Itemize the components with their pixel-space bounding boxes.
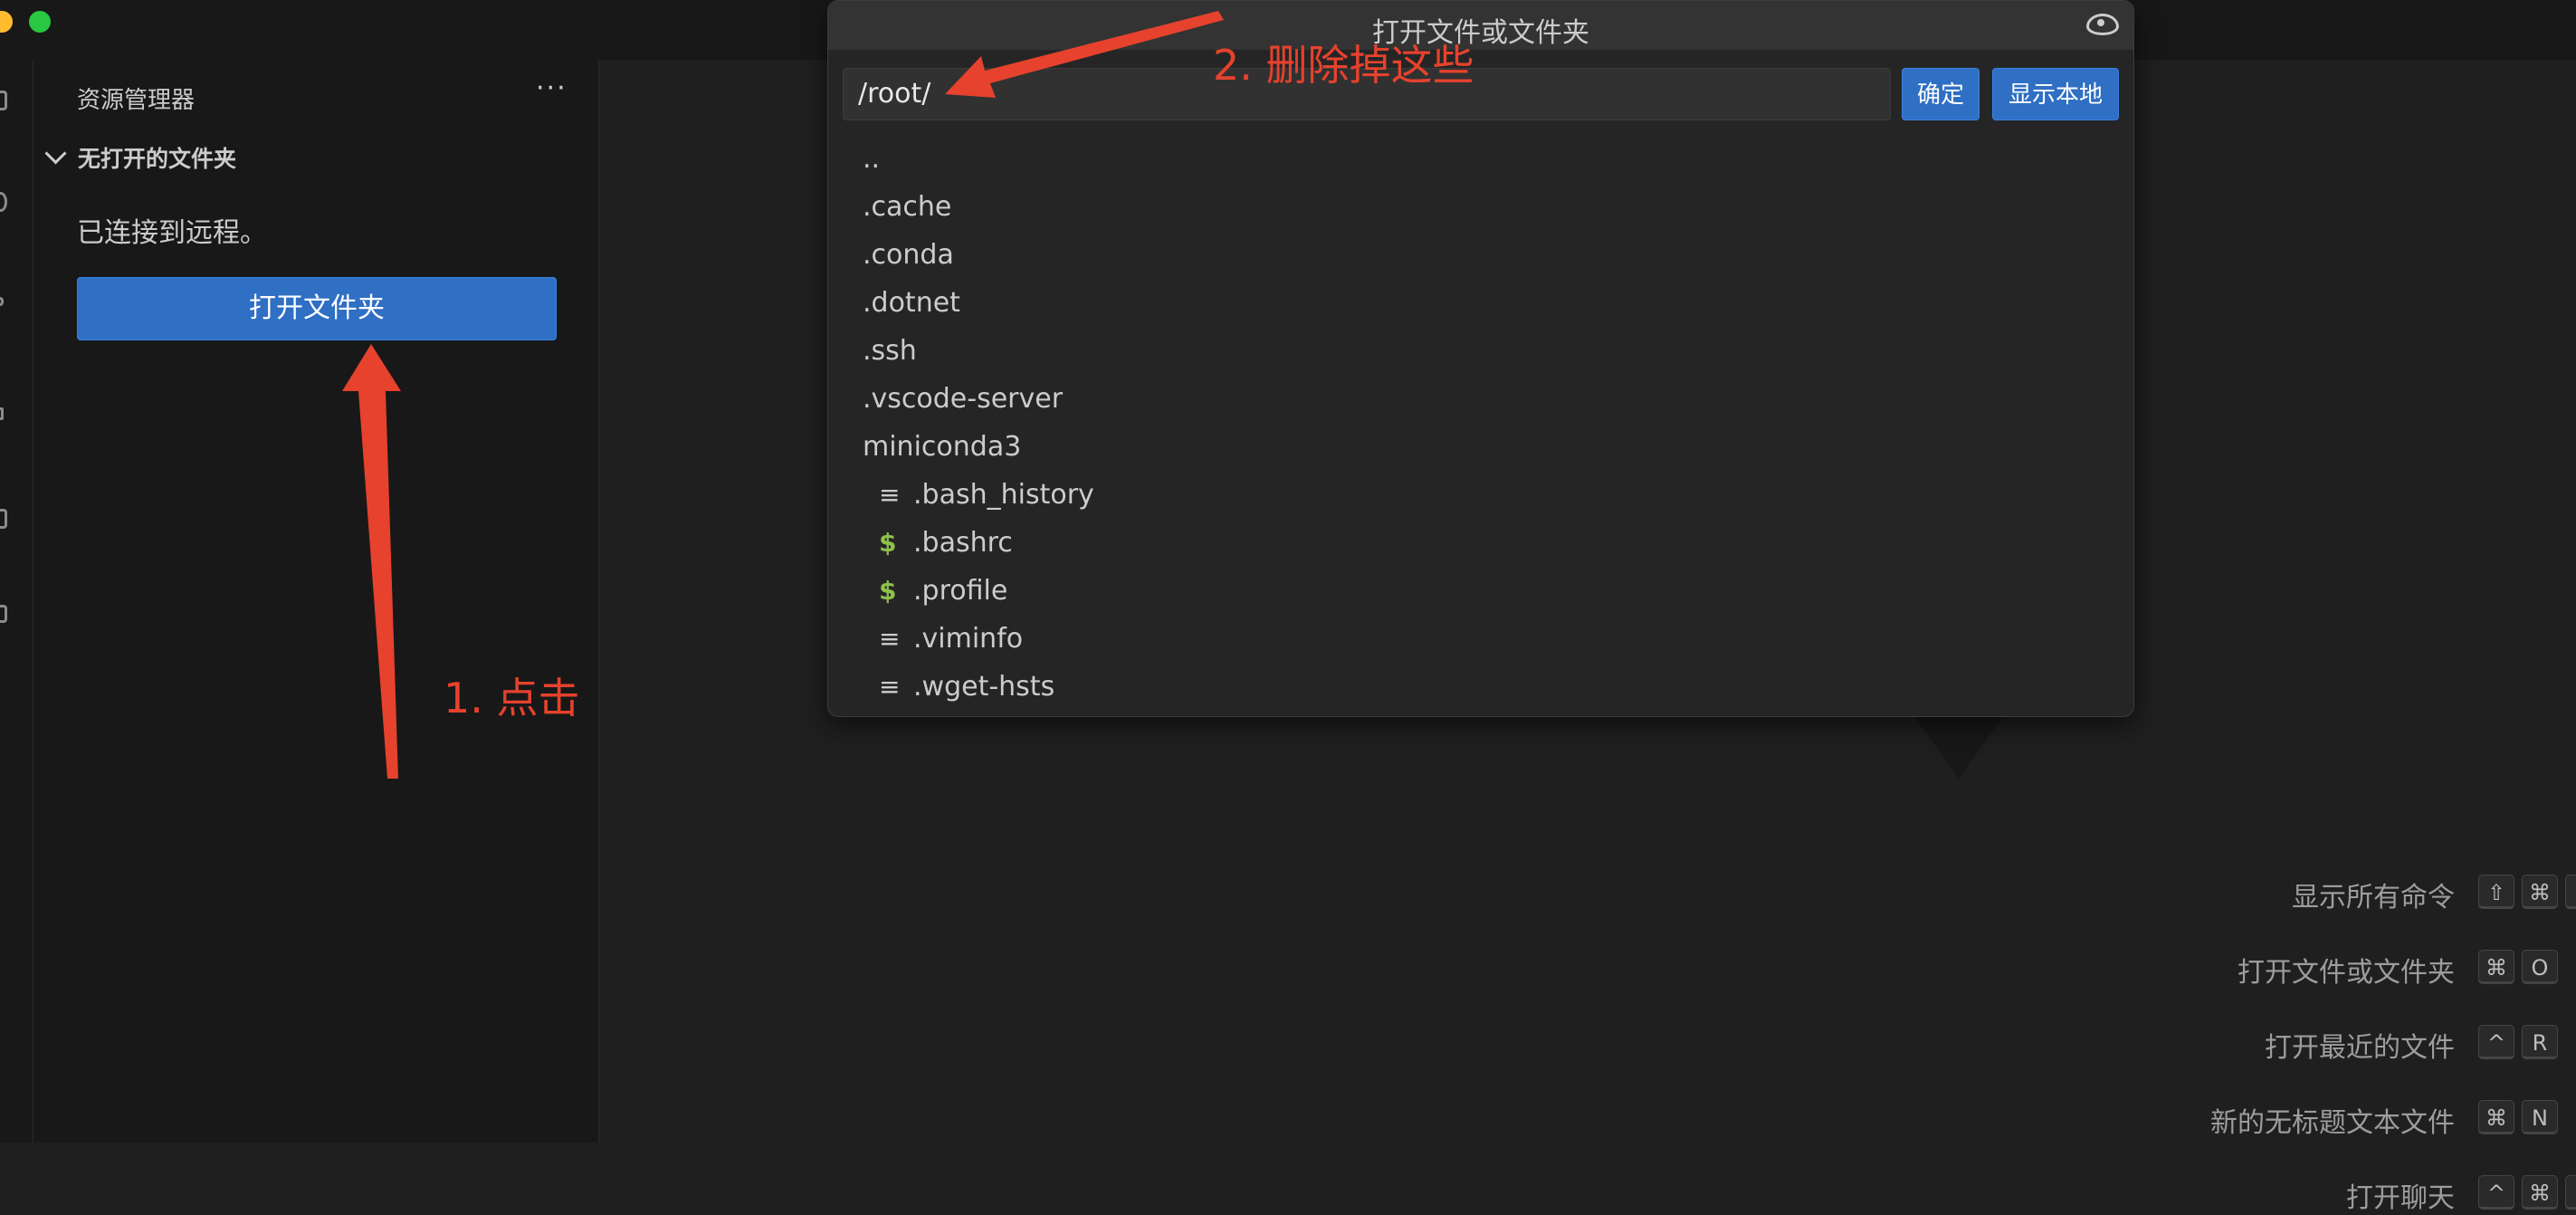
file-name: .viminfo	[913, 623, 1024, 655]
shortcut-label: 打开文件或文件夹	[2237, 957, 2455, 989]
shortcut-label: 打开聊天	[2346, 1182, 2455, 1214]
shortcut-row: 打开文件或文件夹 ⌘ O	[1957, 950, 2576, 989]
key-cap: O	[2522, 950, 2558, 984]
eye-icon[interactable]	[2086, 14, 2119, 35]
lines-file-icon: ≡	[879, 480, 901, 510]
minimize-window-button[interactable]	[0, 11, 13, 33]
folder-item[interactable]: .conda	[828, 231, 2133, 279]
connected-remote-text: 已连接到远程。	[77, 217, 267, 249]
key-cap: ⌘	[2522, 1175, 2558, 1210]
key-cap: ⌘	[2478, 1100, 2514, 1134]
file-item[interactable]: ≡ .viminfo	[828, 615, 2133, 663]
sidebar-title: 资源管理器	[77, 87, 196, 114]
key-cap: ⌘	[2478, 950, 2514, 984]
shortcut-row: 显示所有命令 ⇧⌘P	[1957, 875, 2576, 914]
key-cap: ^	[2478, 1025, 2514, 1059]
key-cap: ⌘	[2522, 875, 2558, 909]
shortcut-keys: ^⌘I	[2478, 1175, 2576, 1210]
open-file-folder-dialog: 打开文件或文件夹 /root/ 确定 显示本地 .. .cache .conda .d…	[827, 0, 2134, 717]
dollar-file-icon: $	[879, 576, 897, 606]
annotation-step-1: 1. 点击	[444, 674, 580, 722]
shortcut-keys: ^ R	[2478, 1025, 2565, 1059]
remote-explorer-icon[interactable]	[0, 509, 7, 529]
dialog-title: 打开文件或文件夹	[1372, 17, 1589, 49]
key-cap: P	[2565, 875, 2576, 909]
file-item[interactable]: ≡ .wget-hsts	[828, 663, 2133, 711]
zoom-window-button[interactable]	[29, 11, 51, 33]
shortcut-label: 新的无标题文本文件	[2210, 1107, 2455, 1139]
folder-item[interactable]: .dotnet	[828, 279, 2133, 327]
section-label: 无打开的文件夹	[78, 146, 237, 172]
more-actions-icon[interactable]: ···	[536, 72, 568, 104]
shortcut-row: 打开最近的文件 ^ R	[1957, 1025, 2576, 1064]
shortcut-row: 新的无标题文本文件 ⌘ N	[1957, 1100, 2576, 1139]
folder-item[interactable]: .ssh	[828, 327, 2133, 375]
shortcut-label: 显示所有命令	[2292, 882, 2455, 914]
file-list: .. .cache .conda .dotnet .ssh .vscode-server m…	[828, 135, 2133, 711]
shortcut-row: 打开聊天 ^⌘I	[1957, 1175, 2576, 1214]
lines-file-icon: ≡	[879, 672, 901, 702]
folder-item[interactable]: .vscode-server	[828, 375, 2133, 423]
extensions-icon[interactable]	[0, 605, 7, 623]
dollar-file-icon: $	[879, 528, 897, 558]
lines-file-icon: ≡	[879, 624, 901, 654]
shortcut-keys: ⌘ O	[2478, 950, 2565, 984]
folder-item[interactable]: .cache	[828, 183, 2133, 231]
ok-button[interactable]: 确定	[1902, 68, 1980, 120]
open-folder-button[interactable]: 打开文件夹	[77, 277, 557, 340]
explorer-sidebar: 资源管理器 ··· 无打开的文件夹 已连接到远程。 打开文件夹	[33, 60, 599, 1143]
shortcut-keys: ⌘ N	[2478, 1100, 2565, 1134]
key-cap: I	[2565, 1175, 2576, 1210]
search-icon[interactable]	[0, 192, 7, 212]
source-control-icon[interactable]	[0, 297, 4, 306]
key-cap: ⇧	[2478, 875, 2514, 909]
file-name: .profile	[913, 575, 1008, 607]
no-folder-section-header[interactable]: 无打开的文件夹	[43, 141, 236, 174]
file-name: .bash_history	[913, 479, 1094, 511]
shortcut-label: 打开最近的文件	[2265, 1032, 2455, 1064]
key-cap: R	[2522, 1025, 2558, 1059]
folder-item[interactable]: miniconda3	[828, 423, 2133, 471]
shortcut-keys: ⇧⌘P	[2478, 875, 2576, 909]
explorer-icon[interactable]	[0, 91, 7, 110]
dialog-header: 打开文件或文件夹	[828, 1, 2133, 50]
file-item[interactable]: ≡ .bash_history	[828, 471, 2133, 519]
show-local-button[interactable]: 显示本地	[1992, 68, 2119, 120]
run-debug-icon[interactable]	[0, 407, 4, 420]
popup-pointer	[1913, 715, 2004, 779]
file-item[interactable]: $ .profile	[828, 567, 2133, 615]
file-name: .bashrc	[913, 527, 1013, 559]
annotation-step-2: 2. 删除掉这些	[1213, 41, 1474, 90]
folder-item[interactable]: ..	[828, 135, 2133, 183]
chevron-down-icon	[44, 142, 67, 165]
activity-bar	[0, 60, 33, 1143]
key-cap: N	[2522, 1100, 2558, 1134]
key-cap: ^	[2478, 1175, 2514, 1210]
file-name: .wget-hsts	[913, 671, 1055, 703]
file-item[interactable]: $ .bashrc	[828, 519, 2133, 567]
